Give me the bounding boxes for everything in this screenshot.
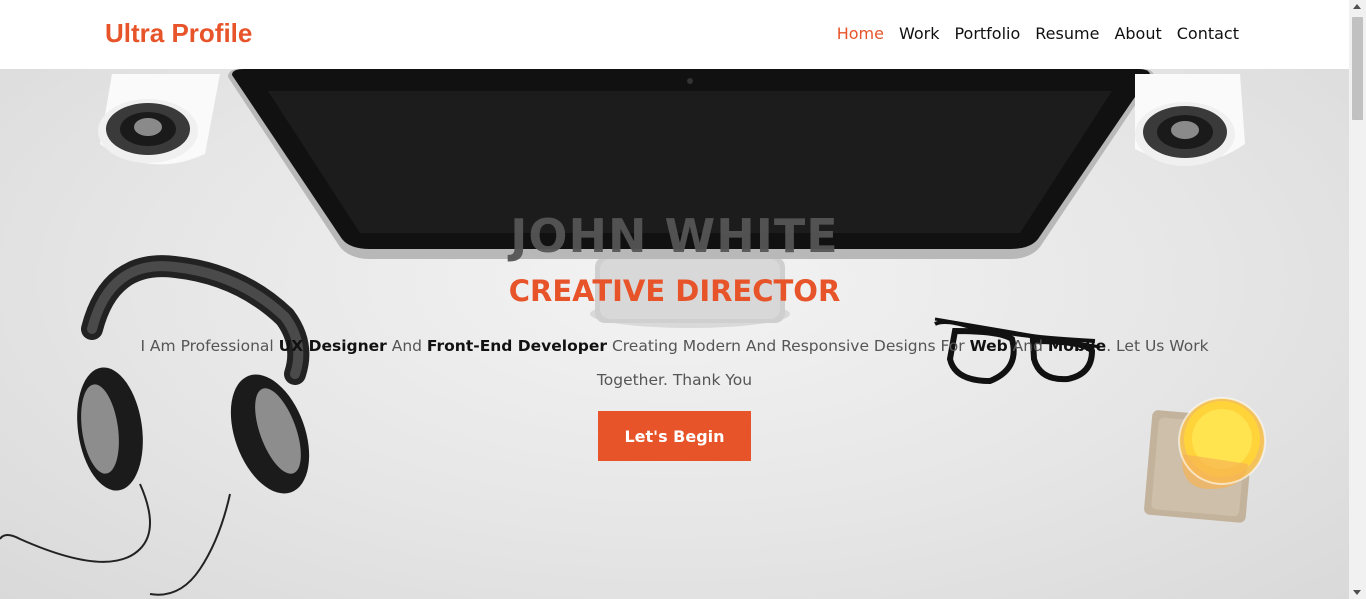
hero-desc-highlight: Mobile <box>1047 337 1107 355</box>
speaker-icon <box>98 74 220 165</box>
hero-desc-text: And <box>1007 337 1048 355</box>
hero-section: JOHN WHITE CREATIVE DIRECTOR I Am Profes… <box>0 69 1349 599</box>
brand-logo[interactable]: Ultra Profile <box>105 18 252 49</box>
hero-description: I Am Professional UX Designer And Front-… <box>110 329 1239 397</box>
nav-home[interactable]: Home <box>837 24 884 43</box>
hero-desc-text: Creating Modern And Responsive Designs F… <box>607 337 970 355</box>
hero-role: CREATIVE DIRECTOR <box>508 274 841 308</box>
nav-resume[interactable]: Resume <box>1035 24 1099 43</box>
nav-portfolio[interactable]: Portfolio <box>954 24 1020 43</box>
vertical-scrollbar[interactable] <box>1349 0 1366 599</box>
hero-desc-highlight: Web <box>969 337 1008 355</box>
lets-begin-button[interactable]: Let's Begin <box>598 411 751 461</box>
headphones-icon <box>0 255 310 596</box>
nav-contact[interactable]: Contact <box>1177 24 1239 43</box>
hero-desc-highlight: UX Designer <box>278 337 387 355</box>
hero-desc-text: And <box>386 337 427 355</box>
hero-desc-text: I Am Professional <box>140 337 279 355</box>
scrollbar-thumb[interactable] <box>1352 17 1363 120</box>
main-nav: Home Work Portfolio Resume About Contact <box>837 24 1239 43</box>
nav-about[interactable]: About <box>1114 24 1161 43</box>
scroll-up-arrow-icon[interactable] <box>1353 4 1361 9</box>
speaker-icon <box>1135 74 1245 166</box>
nav-work[interactable]: Work <box>899 24 940 43</box>
hero-name: JOHN WHITE <box>510 209 839 263</box>
scroll-down-arrow-icon[interactable] <box>1353 590 1361 595</box>
hero-desc-highlight: Front-End Developer <box>426 337 608 355</box>
juice-glass-icon <box>1178 397 1266 489</box>
navbar: Ultra Profile Home Work Portfolio Resume… <box>0 0 1349 69</box>
